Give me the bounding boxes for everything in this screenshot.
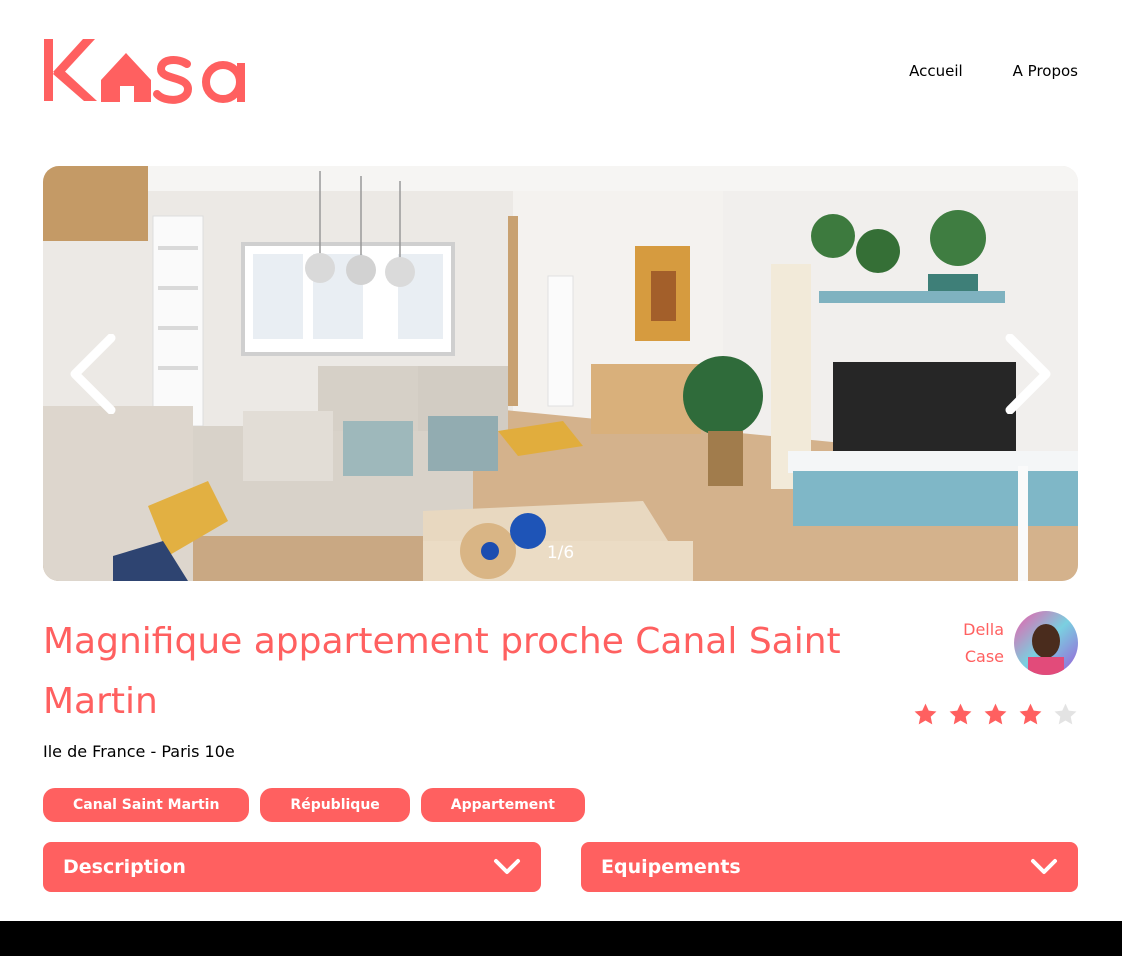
avatar	[1014, 611, 1078, 675]
tag: Appartement	[420, 788, 585, 822]
chevron-left-icon[interactable]	[65, 334, 125, 414]
chevron-down-icon[interactable]	[493, 858, 521, 876]
image-gallery: 1/6	[43, 166, 1078, 581]
collapse-label: Equipements	[601, 856, 741, 878]
site-header: Accueil A Propos	[43, 36, 1078, 106]
tag-list: Canal Saint Martin République Appartemen…	[43, 788, 585, 822]
star-filled-icon	[984, 703, 1007, 725]
host-name: Della Case	[944, 616, 1004, 670]
nav-link-a-propos[interactable]: A Propos	[1013, 62, 1078, 80]
chevron-down-icon[interactable]	[1030, 858, 1058, 876]
collapse-description[interactable]: Description	[43, 842, 541, 892]
collapse-label: Description	[63, 856, 186, 878]
star-filled-icon	[1019, 703, 1042, 725]
slide-counter: 1/6	[546, 543, 575, 563]
tag: Canal Saint Martin	[43, 788, 250, 822]
star-filled-icon	[914, 703, 937, 725]
host-last-name: Case	[964, 647, 1004, 666]
collapse-equipements[interactable]: Equipements	[581, 842, 1078, 892]
rating-stars	[913, 702, 1078, 727]
star-filled-icon	[949, 703, 972, 725]
tag: République	[260, 788, 410, 822]
chevron-right-icon[interactable]	[996, 334, 1056, 414]
star-empty-icon	[1054, 703, 1077, 725]
main-nav: Accueil A Propos	[909, 62, 1078, 80]
kasa-logo[interactable]	[43, 36, 247, 104]
nav-link-accueil[interactable]: Accueil	[909, 62, 963, 80]
footer-bar	[0, 921, 1122, 956]
listing-location: Ile de France - Paris 10e	[43, 742, 235, 761]
host-first-name: Della	[963, 620, 1004, 639]
listing-photo	[43, 166, 1078, 581]
host-profile: Della Case	[944, 611, 1078, 675]
listing-title: Magnifique appartement proche Canal Sain…	[43, 621, 841, 722]
